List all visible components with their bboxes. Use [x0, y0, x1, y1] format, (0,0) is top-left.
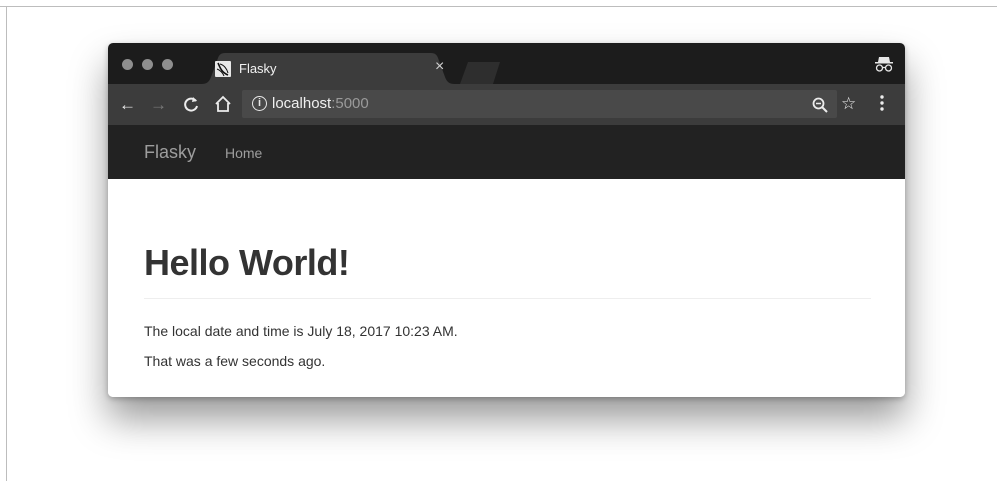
heading-divider — [144, 298, 871, 299]
page-heading: Hello World! — [144, 242, 350, 283]
three-dots-menu-icon[interactable] — [879, 94, 885, 112]
close-window-button[interactable] — [122, 59, 133, 70]
new-tab-button[interactable] — [460, 62, 500, 84]
url-port: :5000 — [331, 95, 369, 112]
tab-close-icon[interactable]: × — [435, 58, 444, 76]
home-icon[interactable] — [214, 95, 232, 113]
zoom-icon[interactable] — [812, 97, 828, 113]
address-bar[interactable]: i localhost:5000 — [242, 90, 837, 118]
page-frame-left-border — [6, 6, 7, 481]
tab-strip: Flasky × — [108, 43, 905, 84]
maximize-window-button[interactable] — [162, 59, 173, 70]
url-text[interactable]: localhost:5000 — [272, 95, 369, 112]
relative-time-text: That was a few seconds ago. — [144, 353, 326, 369]
nav-link-home[interactable]: Home — [225, 145, 262, 161]
browser-window: Flasky × ← → i localhost:5000 ☆ Flasky H… — [108, 43, 905, 397]
flask-favicon-icon — [215, 61, 231, 77]
bookmark-star-icon[interactable]: ☆ — [841, 94, 856, 114]
minimize-window-button[interactable] — [142, 59, 153, 70]
browser-toolbar: ← → i localhost:5000 — [108, 84, 905, 126]
page-content: Hello World! The local date and time is … — [108, 179, 905, 397]
back-arrow-icon[interactable]: ← — [119, 96, 136, 113]
datetime-text: The local date and time is July 18, 2017… — [144, 323, 458, 339]
url-host: localhost — [272, 95, 332, 112]
incognito-icon — [875, 57, 893, 72]
tab-title: Flasky — [239, 61, 277, 76]
site-info-icon[interactable]: i — [252, 96, 267, 111]
forward-arrow-icon[interactable]: → — [150, 96, 167, 113]
navbar: Flasky Home — [108, 126, 905, 179]
page-frame-top-border — [0, 6, 997, 7]
reload-icon[interactable] — [183, 96, 199, 113]
navbar-brand[interactable]: Flasky — [144, 142, 196, 163]
tab-flasky[interactable]: Flasky × — [201, 53, 455, 84]
